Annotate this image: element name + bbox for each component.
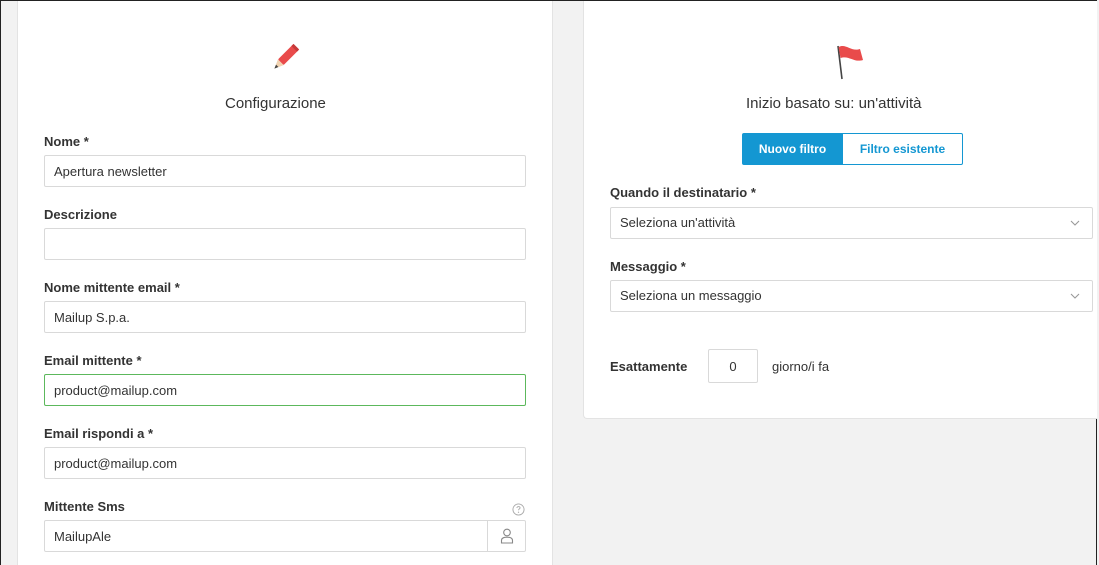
nome-label: Nome * [44,134,89,149]
esattamente-label: Esattamente [610,359,688,374]
nome-mittente-input[interactable] [44,301,526,333]
chevron-down-icon [1070,220,1080,226]
email-mittente-label: Email mittente * [44,353,142,368]
quando-select-value: Seleziona un'attività [620,215,736,230]
filtro-esistente-button[interactable]: Filtro esistente [843,133,963,165]
flag-icon [837,45,863,80]
email-rispondi-label: Email rispondi a * [44,426,154,441]
configuration-panel: Configurazione Nome * Descrizione Nome m… [17,1,553,565]
user-icon[interactable] [500,528,514,544]
messaggio-select[interactable]: Seleziona un messaggio [610,280,1093,312]
quando-select[interactable]: Seleziona un'attività [610,207,1093,239]
nome-mittente-label: Nome mittente email * [44,280,180,295]
pencil-icon [274,43,300,69]
email-mittente-input[interactable] [44,374,526,406]
descrizione-label: Descrizione [44,207,117,222]
nuovo-filtro-button[interactable]: Nuovo filtro [742,133,843,165]
quando-label: Quando il destinatario * [610,185,756,200]
days-suffix: giorno/i fa [772,359,830,374]
mittente-sms-input[interactable] [44,520,526,552]
trigger-title: Inizio basato su: un'attività [746,95,922,112]
configuration-title: Configurazione [225,95,326,112]
messaggio-select-value: Seleziona un messaggio [620,288,762,303]
question-circle-icon[interactable] [512,503,525,516]
mittente-sms-label: Mittente Sms [44,499,125,514]
chevron-down-icon [1070,293,1080,299]
email-rispondi-input[interactable] [44,447,526,479]
trigger-panel: Inizio basato su: un'attività Nuovo filt… [583,1,1097,419]
nome-input[interactable] [44,155,526,187]
descrizione-input[interactable] [44,228,526,260]
addon-divider [487,521,488,551]
messaggio-label: Messaggio * [610,259,686,274]
days-input[interactable] [708,349,758,383]
